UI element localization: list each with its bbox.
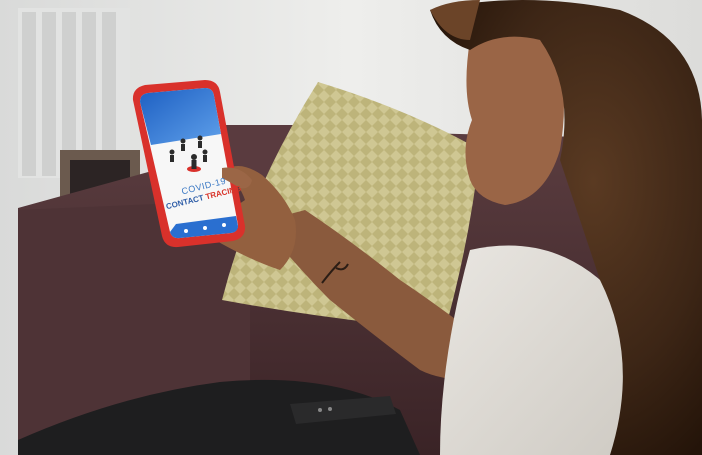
profile-icon [222, 223, 226, 227]
settings-icon [184, 229, 188, 233]
photo-background [0, 0, 702, 455]
photo-scene: COVID-19 CONTACT TRACING [0, 0, 702, 455]
home-icon [203, 226, 207, 230]
